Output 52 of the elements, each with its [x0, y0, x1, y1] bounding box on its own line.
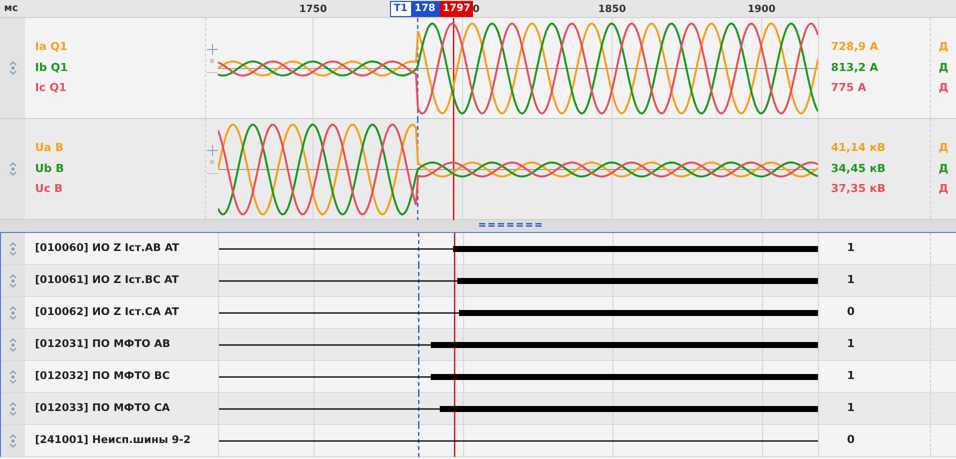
signal-name: [012031] ПО МФТО AB: [35, 336, 170, 352]
channel-name: Ua B: [35, 140, 65, 156]
time-tick-label: 0: [472, 3, 480, 17]
expand-collapse-icon[interactable]: [8, 338, 18, 352]
time-tick-label: 1850: [598, 3, 626, 17]
marker-tag[interactable]: T1: [390, 1, 412, 17]
data-type-label: Д: [938, 80, 948, 96]
signal-value: 1: [847, 336, 855, 352]
data-type-label: Д: [938, 60, 948, 76]
expand-collapse-icon[interactable]: [8, 242, 18, 256]
channel-name: Ia Q1: [35, 39, 68, 56]
expand-collapse-icon[interactable]: [8, 274, 18, 288]
marker-time[interactable]: 178: [412, 1, 440, 17]
zoom-in-icon[interactable]: [206, 44, 218, 55]
channel-name: Ub B: [35, 160, 66, 177]
signal-value: 1: [847, 240, 855, 256]
data-type-label: Д: [938, 160, 948, 177]
channel-value: 34,45 кВ: [831, 160, 886, 177]
expand-collapse-icon[interactable]: [8, 402, 18, 416]
channel-value: 37,35 кВ: [831, 181, 886, 198]
signal-value: 1: [847, 368, 855, 384]
signal-value: 1: [847, 400, 855, 416]
signal-name: [012032] ПО МФТО BC: [35, 368, 170, 384]
data-type-label: Д: [938, 140, 948, 156]
time-tick-label: 1900: [748, 3, 776, 17]
channel-value: 41,14 кВ: [831, 140, 886, 156]
time-tick-label: 1750: [299, 3, 327, 17]
channel-name: Ib Q1: [35, 60, 69, 76]
splitter-handle[interactable]: =======: [478, 221, 544, 231]
channel-value: 728,9 A: [831, 39, 880, 56]
signal-value: 1: [847, 272, 855, 288]
channel-value: 813,2 A: [831, 60, 880, 76]
expand-collapse-icon[interactable]: [8, 162, 18, 176]
signal-name: [010062] ИО Z Iст.CA AT: [35, 304, 179, 320]
time-unit-label: мс: [4, 2, 18, 16]
data-type-label: Д: [938, 39, 948, 56]
expand-collapse-icon[interactable]: [8, 306, 18, 320]
channel-value: 775 A: [831, 80, 868, 96]
cursor-time[interactable]: 1797: [440, 1, 474, 17]
signal-name: [241001] Неисп.шины 9-2: [35, 432, 191, 448]
signal-name: [010061] ИО Z Iст.BC AT: [35, 272, 179, 288]
signal-name: [012033] ПО МФТО CA: [35, 400, 170, 416]
signal-name: [010060] ИО Z Iст.AB AT: [35, 240, 180, 256]
data-type-label: Д: [938, 181, 948, 198]
signal-value: 0: [847, 304, 855, 320]
expand-collapse-icon[interactable]: [8, 434, 18, 448]
signal-value: 0: [847, 432, 855, 448]
expand-collapse-icon[interactable]: [8, 61, 18, 75]
expand-collapse-icon[interactable]: [8, 370, 18, 384]
channel-name: Ic Q1: [35, 80, 68, 96]
channel-name: Uc B: [35, 181, 64, 198]
zoom-in-icon[interactable]: [206, 145, 218, 156]
